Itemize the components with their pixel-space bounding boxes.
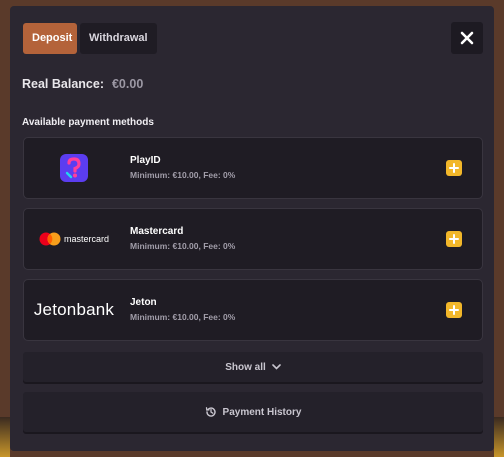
payment-modal: Deposit Withdrawal Real Balance: €0.00 Av… [10,6,494,451]
jeton-logo: Jetonbank [24,280,124,340]
tab-deposit[interactable]: Deposit [23,23,77,54]
close-button[interactable] [451,22,483,54]
show-all-label: Show all [225,361,266,373]
add-button[interactable] [446,231,462,247]
playid-logo [24,138,124,198]
backdrop-ornament-right [494,417,504,457]
plus-icon [449,163,459,173]
payment-history-label: Payment History [222,406,302,418]
add-button[interactable] [446,160,462,176]
mastercard-wordmark: mastercard [63,234,109,244]
section-title: Available payment methods [22,117,154,128]
mastercard-logo: mastercard [24,209,124,269]
method-meta: Minimum: €10.00, Fee: 0% [130,170,236,180]
real-balance: Real Balance: €0.00 [22,77,143,91]
method-meta: Minimum: €10.00, Fee: 0% [130,312,236,322]
plus-icon [449,305,459,315]
add-button[interactable] [446,302,462,318]
payment-method-mastercard[interactable]: mastercard Mastercard Minimum: €10.00, F… [23,208,483,270]
chevron-down-icon [271,364,281,370]
show-all-button[interactable]: Show all [23,352,483,382]
method-name: PlayID [130,155,161,166]
backdrop-ornament-left [0,417,10,457]
balance-label: Real Balance: [22,77,104,91]
jetonbank-wordmark: Jetonbank [33,300,115,319]
method-name: Mastercard [130,226,184,237]
tab-bar: Deposit Withdrawal [23,23,157,54]
method-name: Jeton [130,297,157,308]
plus-icon [449,234,459,244]
close-icon [460,31,474,45]
tab-withdrawal[interactable]: Withdrawal [80,23,157,54]
payment-method-jeton[interactable]: Jetonbank Jeton Minimum: €10.00, Fee: 0% [23,279,483,341]
method-meta: Minimum: €10.00, Fee: 0% [130,241,236,251]
balance-value: €0.00 [111,77,144,91]
payment-history-button[interactable]: Payment History [23,392,483,432]
history-icon [205,407,216,417]
payment-method-playid[interactable]: PlayID Minimum: €10.00, Fee: 0% [23,137,483,199]
